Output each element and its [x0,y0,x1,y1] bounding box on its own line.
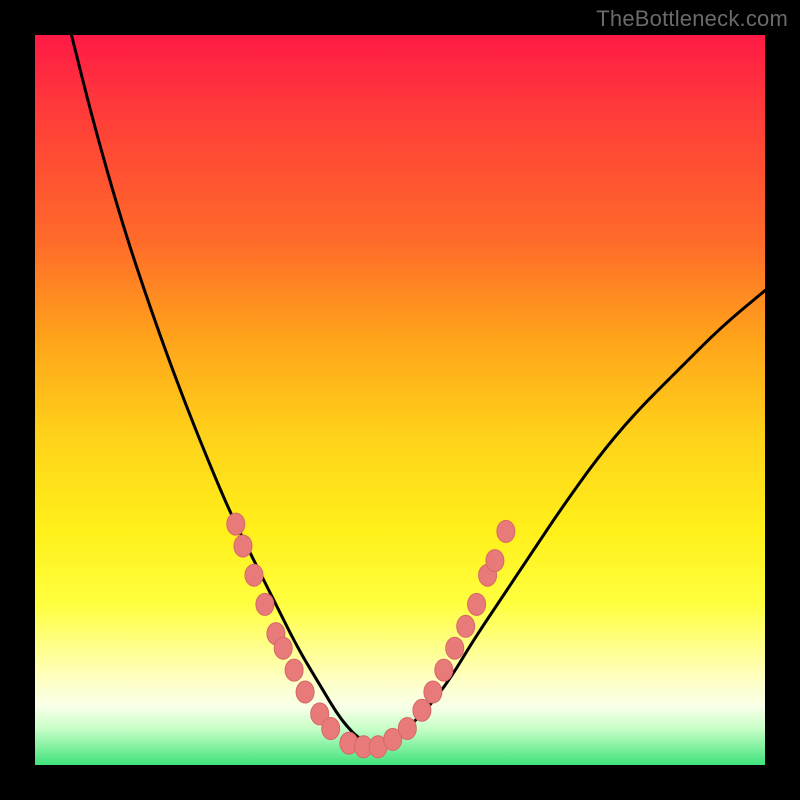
highlight-markers [227,513,515,758]
marker-point [227,513,245,535]
marker-point [486,550,504,572]
marker-point [468,593,486,615]
marker-point [296,681,314,703]
marker-point [256,593,274,615]
chart-svg [35,35,765,765]
marker-point [413,699,431,721]
marker-point [285,659,303,681]
marker-point [457,615,475,637]
marker-point [424,681,442,703]
plot-area [35,35,765,765]
marker-point [435,659,453,681]
marker-point [245,564,263,586]
watermark-text: TheBottleneck.com [596,6,788,32]
marker-point [274,637,292,659]
marker-point [446,637,464,659]
bottleneck-curve [72,35,766,743]
marker-point [234,535,252,557]
marker-point [398,718,416,740]
chart-stage: TheBottleneck.com [0,0,800,800]
marker-point [322,718,340,740]
marker-point [497,520,515,542]
